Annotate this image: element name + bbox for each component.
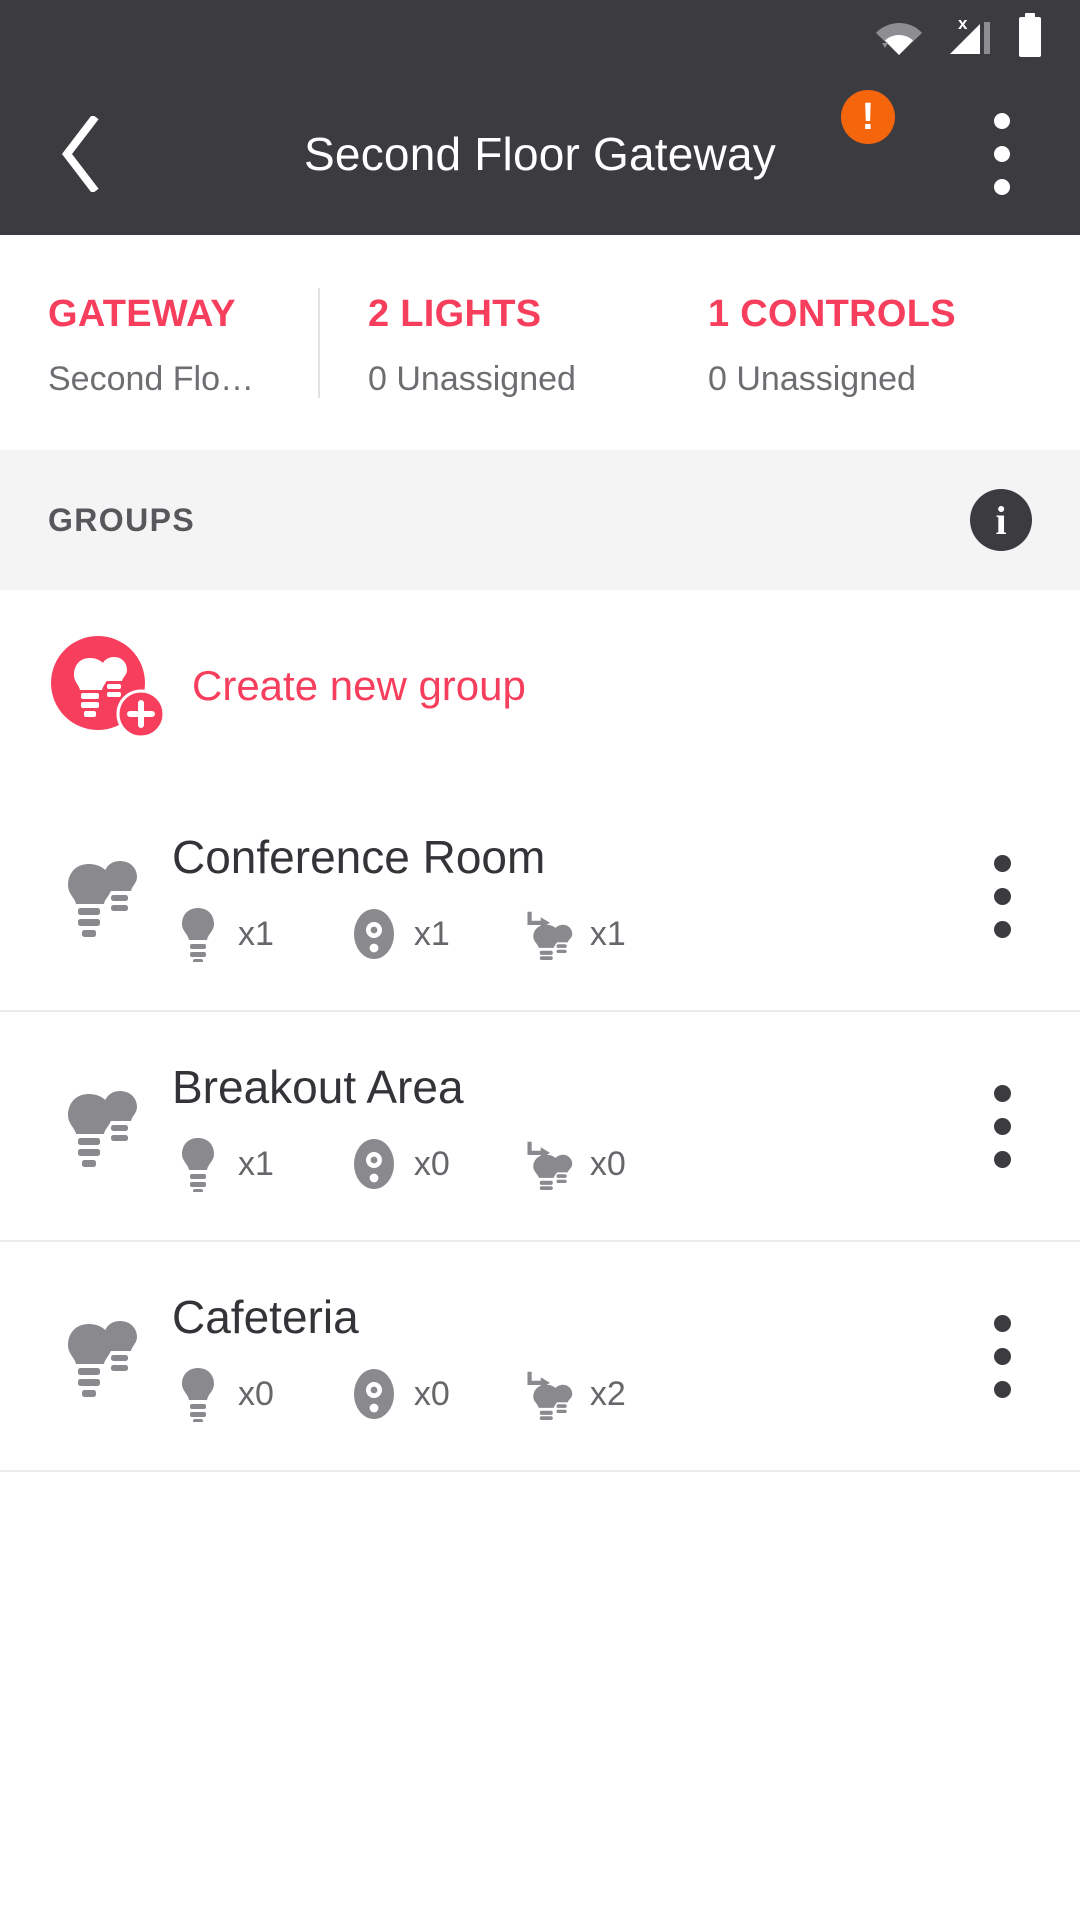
- summary-strip: GATEWAY Second Flo… 2 LIGHTS 0 Unassigne…: [0, 235, 1080, 450]
- summary-subtitle: 0 Unassigned: [368, 359, 576, 398]
- metric-scenes: x1: [524, 906, 626, 962]
- more-vertical-icon-dot-2: [993, 887, 1011, 905]
- control-icon: [348, 1136, 400, 1192]
- bulb-icon: [172, 1366, 224, 1422]
- group-row[interactable]: Cafeteria x0 x0 x2: [0, 1242, 1080, 1472]
- two-bulbs-icon: [44, 850, 162, 942]
- summary-title: GATEWAY: [48, 292, 236, 335]
- metric-value: x0: [238, 1374, 274, 1413]
- group-row-body: Breakout Area x1 x0 x0: [172, 1060, 1080, 1192]
- more-vertical-icon-dot-3: [993, 920, 1011, 938]
- page-title: Second Floor Gateway: [304, 127, 776, 180]
- control-icon: [348, 1366, 400, 1422]
- group-metrics: x1 x1 x1: [172, 906, 1080, 962]
- cellular-signal-x-icon: x: [944, 14, 994, 58]
- battery-icon: [1016, 13, 1044, 59]
- group-row-body: Conference Room x1 x1 x1: [172, 830, 1080, 962]
- scene-icon: [524, 906, 576, 962]
- warning-glyph: !: [861, 96, 875, 138]
- group-name: Cafeteria: [172, 1291, 359, 1343]
- group-name: Breakout Area: [172, 1061, 464, 1113]
- metric-scenes: x0: [524, 1136, 626, 1192]
- summary-title: 2 LIGHTS: [368, 292, 542, 335]
- svg-text:x: x: [958, 14, 968, 33]
- metric-controls: x1: [348, 906, 450, 962]
- bulb-icon: [172, 1136, 224, 1192]
- info-glyph: i: [995, 497, 1007, 543]
- summary-subtitle: 0 Unassigned: [708, 359, 916, 398]
- metric-value: x0: [589, 1144, 626, 1183]
- two-bulbs-icon: [44, 1080, 162, 1172]
- group-row[interactable]: Conference Room x1 x1 x1: [0, 782, 1080, 1012]
- app-screen: x Second Floor Gateway ! GATEWAY Second …: [0, 0, 1080, 1920]
- group-metrics: x0 x0 x2: [172, 1366, 1080, 1422]
- metric-value: x0: [413, 1144, 450, 1183]
- metric-value: x0: [413, 1374, 450, 1413]
- summary-item-lights[interactable]: 2 LIGHTS 0 Unassigned: [318, 287, 678, 399]
- summary-item-controls[interactable]: 1 CONTROLS 0 Unassigned: [678, 287, 1038, 399]
- create-new-group-label: Create new group: [192, 662, 526, 709]
- metric-lights: x1: [172, 1136, 274, 1192]
- more-vertical-icon-dot-3: [993, 1380, 1011, 1398]
- create-new-group-row[interactable]: Create new group: [0, 590, 1080, 782]
- two-bulbs-icon: [44, 1310, 162, 1402]
- empty-area: [0, 1472, 1080, 1920]
- metric-lights: x1: [172, 906, 274, 962]
- summary-title: 1 CONTROLS: [708, 292, 956, 335]
- metric-value: x1: [238, 1144, 274, 1183]
- status-bar: x: [0, 0, 1080, 72]
- metric-value: x1: [589, 914, 626, 953]
- group-metrics: x1 x0 x0: [172, 1136, 1080, 1192]
- add-group-bulbs-icon: [48, 636, 170, 739]
- more-vertical-icon-dot-1: [993, 1084, 1011, 1102]
- app-bar: Second Floor Gateway !: [0, 72, 1080, 235]
- group-overflow-button[interactable]: [972, 1080, 1032, 1172]
- groups-section-title: GROUPS: [48, 501, 196, 538]
- scene-icon: [524, 1136, 576, 1192]
- more-vertical-icon-dot-2: [994, 145, 1010, 162]
- metric-lights: x0: [172, 1366, 274, 1422]
- metric-scenes: x2: [524, 1366, 626, 1422]
- more-vertical-icon-dot-1: [993, 1314, 1011, 1332]
- bulb-icon: [172, 906, 224, 962]
- metric-value: x1: [413, 914, 450, 953]
- group-overflow-button[interactable]: [972, 850, 1032, 942]
- more-vertical-icon-dot-3: [994, 178, 1010, 195]
- group-row-body: Cafeteria x0 x0 x2: [172, 1290, 1080, 1422]
- control-icon: [348, 906, 400, 962]
- wifi-icon: [876, 17, 922, 55]
- scene-icon: [524, 1366, 576, 1422]
- more-vertical-icon-dot-1: [993, 854, 1011, 872]
- summary-divider: [318, 287, 320, 398]
- metric-value: x2: [589, 1374, 626, 1413]
- summary-subtitle: Second Flo…: [48, 359, 254, 398]
- exclamation-badge-icon[interactable]: !: [841, 90, 895, 144]
- summary-item-gateway[interactable]: GATEWAY Second Flo…: [0, 287, 318, 399]
- info-icon[interactable]: i: [970, 489, 1032, 551]
- appbar-overflow-button[interactable]: [972, 106, 1032, 202]
- more-vertical-icon-dot-2: [993, 1117, 1011, 1135]
- more-vertical-icon-dot-1: [994, 112, 1010, 129]
- group-row[interactable]: Breakout Area x1 x0 x0: [0, 1012, 1080, 1242]
- group-name: Conference Room: [172, 831, 546, 883]
- metric-controls: x0: [348, 1136, 450, 1192]
- metric-controls: x0: [348, 1366, 450, 1422]
- more-vertical-icon-dot-2: [993, 1347, 1011, 1365]
- more-vertical-icon-dot-3: [993, 1150, 1011, 1168]
- group-overflow-button[interactable]: [972, 1310, 1032, 1402]
- groups-section-header: GROUPS i: [0, 450, 1080, 590]
- metric-value: x1: [238, 914, 274, 953]
